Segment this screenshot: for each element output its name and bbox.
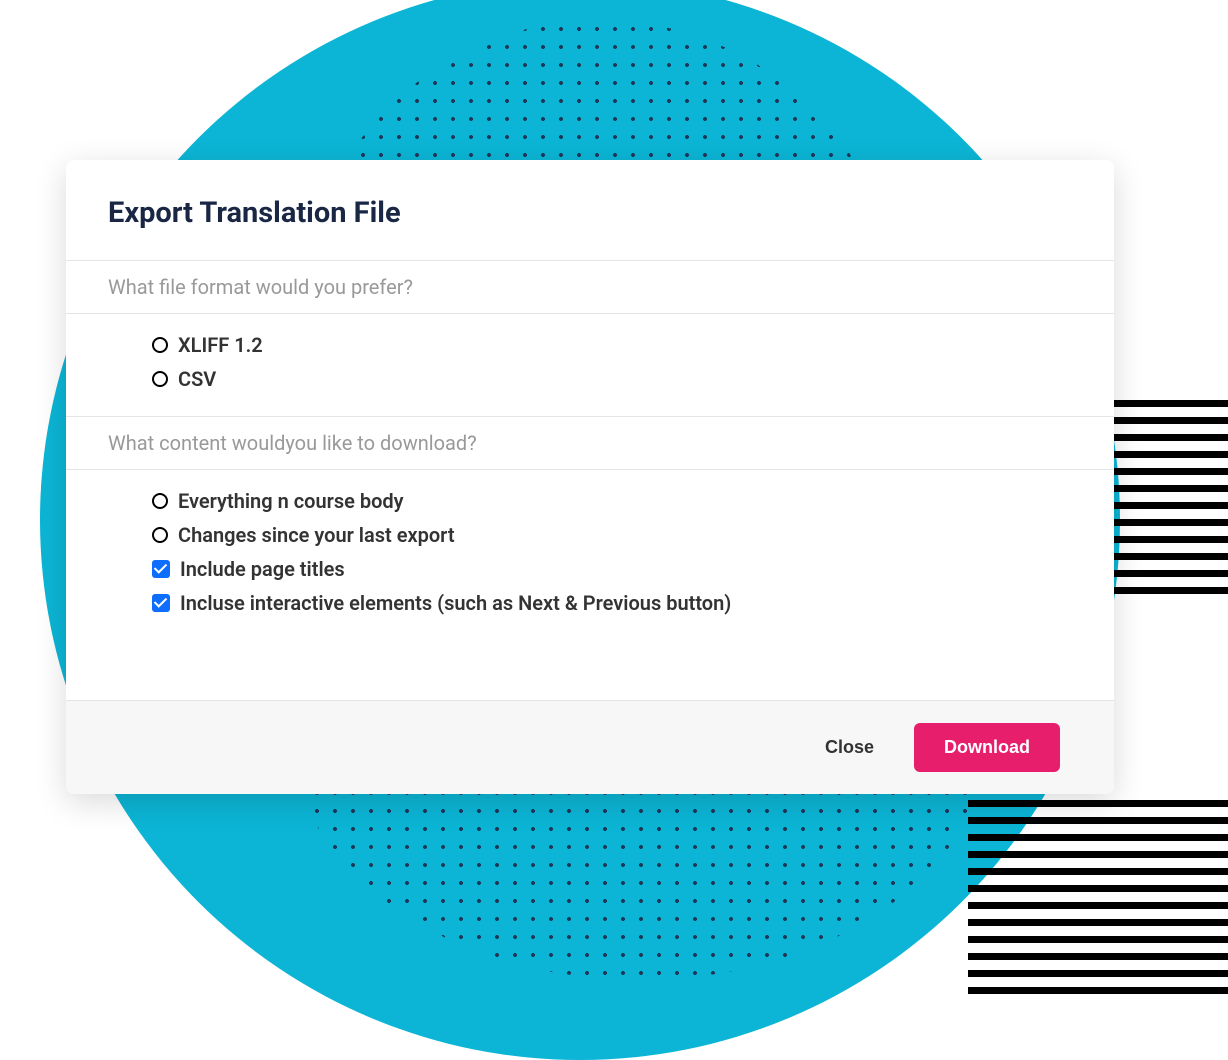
radio-label: XLIFF 1.2 bbox=[178, 333, 263, 357]
radio-label: CSV bbox=[178, 367, 216, 391]
radio-option-xliff[interactable]: XLIFF 1.2 bbox=[152, 328, 1072, 362]
checkbox-option-page-titles[interactable]: Include page titles bbox=[152, 552, 1072, 586]
checkbox-checked-icon[interactable] bbox=[152, 560, 170, 578]
stripe-pattern-bottom bbox=[968, 800, 1228, 1000]
radio-label: Everything n course body bbox=[178, 489, 404, 513]
checkbox-option-interactive-elements[interactable]: Incluse interactive elements (such as Ne… bbox=[152, 586, 1072, 620]
export-dialog: Export Translation File What file format… bbox=[66, 160, 1114, 794]
spacer bbox=[66, 640, 1114, 700]
radio-icon[interactable] bbox=[152, 527, 168, 543]
dialog-title: Export Translation File bbox=[108, 196, 1072, 230]
download-button[interactable]: Download bbox=[914, 723, 1060, 772]
checkbox-checked-icon[interactable] bbox=[152, 594, 170, 612]
radio-option-csv[interactable]: CSV bbox=[152, 362, 1072, 396]
dialog-header: Export Translation File bbox=[66, 160, 1114, 260]
radio-option-changes[interactable]: Changes since your last export bbox=[152, 518, 1072, 552]
radio-icon[interactable] bbox=[152, 371, 168, 387]
radio-label: Changes since your last export bbox=[178, 523, 455, 547]
file-format-options: XLIFF 1.2 CSV bbox=[66, 314, 1114, 416]
close-button[interactable]: Close bbox=[825, 737, 874, 758]
dialog-footer: Close Download bbox=[66, 700, 1114, 794]
section-file-format-label: What file format would you prefer? bbox=[66, 260, 1114, 314]
radio-option-everything[interactable]: Everything n course body bbox=[152, 484, 1072, 518]
content-options: Everything n course body Changes since y… bbox=[66, 470, 1114, 640]
radio-icon[interactable] bbox=[152, 493, 168, 509]
checkbox-label: Include page titles bbox=[180, 557, 345, 581]
section-content-label: What content wouldyou like to download? bbox=[66, 416, 1114, 470]
checkbox-label: Incluse interactive elements (such as Ne… bbox=[180, 591, 731, 615]
radio-icon[interactable] bbox=[152, 337, 168, 353]
